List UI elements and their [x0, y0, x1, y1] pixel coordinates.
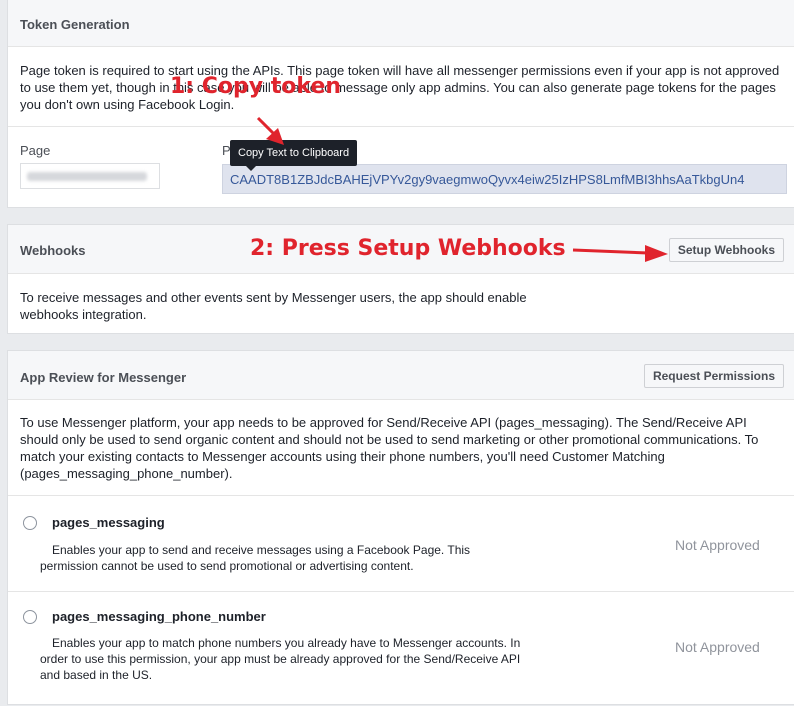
permission-radio[interactable] — [23, 516, 37, 530]
permission-description: Enables your app to send and receive mes… — [40, 542, 530, 574]
permission-name: pages_messaging — [52, 515, 165, 530]
panel-title: Token Generation — [20, 17, 130, 32]
token-generation-header: Token Generation — [8, 0, 794, 47]
panel-title: Webhooks — [20, 243, 86, 258]
permission-row: pages_messaging Enables your app to send… — [8, 496, 794, 591]
app-review-panel: App Review for Messenger Request Permiss… — [7, 350, 794, 705]
status-badge: Not Approved — [675, 639, 760, 655]
setup-webhooks-button[interactable]: Setup Webhooks — [668, 238, 784, 262]
tooltip-arrow — [246, 166, 256, 171]
status-badge: Not Approved — [675, 537, 760, 553]
app-review-header: App Review for Messenger Request Permiss… — [8, 351, 794, 400]
token-description: Page token is required to start using th… — [20, 63, 780, 112]
permission-description: Enables your app to match phone numbers … — [40, 635, 530, 683]
page-label: Page — [20, 143, 51, 158]
page-select[interactable] — [20, 163, 160, 189]
permission-description-text: Enables your app to send and receive mes… — [40, 543, 471, 573]
page-name-blurred — [27, 172, 147, 181]
permission-description-text: Enables your app to match phone numbers … — [40, 636, 521, 682]
annotation-setup-webhooks: 2: Press Setup Webhooks — [250, 236, 566, 261]
permission-radio[interactable] — [23, 610, 37, 624]
request-permissions-button[interactable]: Request Permissions — [643, 364, 784, 388]
token-generation-panel: Token Generation Page token is required … — [7, 0, 794, 208]
app-review-description: To use Messenger platform, your app need… — [20, 415, 759, 481]
annotation-copy-token: 1: Copy token — [170, 74, 342, 99]
panel-title: App Review for Messenger — [20, 370, 187, 385]
permission-row: pages_messaging_phone_number Enables you… — [8, 592, 794, 706]
token-field[interactable]: CAADT8B1ZBJdcBAHEjVPYv2gy9vaegmwoQyvx4ei… — [222, 164, 787, 194]
permission-name: pages_messaging_phone_number — [52, 609, 266, 624]
tooltip-text: Copy Text to Clipboard — [238, 147, 350, 159]
token-value: CAADT8B1ZBJdcBAHEjVPYv2gy9vaegmwoQyvx4ei… — [230, 172, 745, 187]
webhooks-description: To receive messages and other events sen… — [20, 290, 527, 322]
copy-tooltip: Copy Text to Clipboard — [230, 140, 358, 166]
divider — [8, 126, 794, 127]
